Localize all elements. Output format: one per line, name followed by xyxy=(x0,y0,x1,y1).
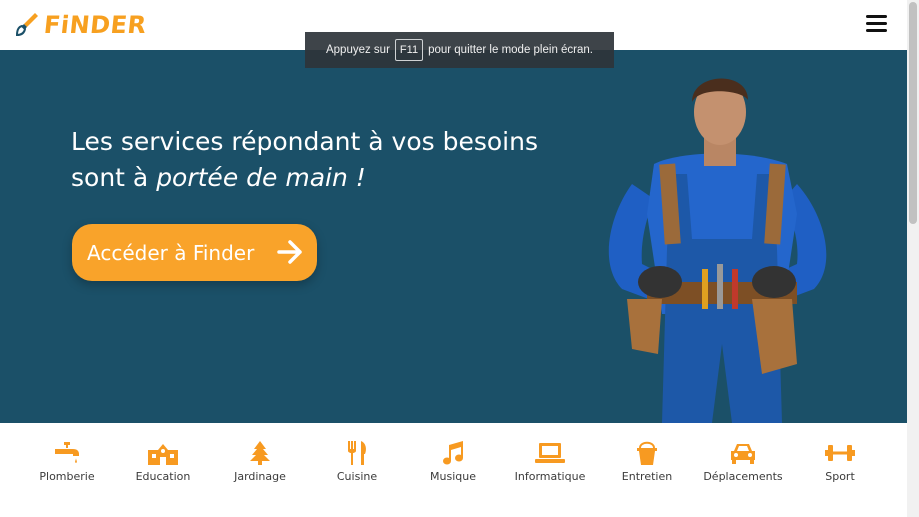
hero-section: Les services répondant à vos besoins son… xyxy=(0,50,907,423)
logo-text: FiNDER xyxy=(42,11,148,39)
fullscreen-notice: Appuyez sur F11 pour quitter le mode ple… xyxy=(305,32,614,68)
category-label: Cuisine xyxy=(336,470,378,483)
category-cuisine[interactable]: Cuisine xyxy=(312,441,402,483)
worker-image xyxy=(592,64,852,423)
arrow-right-icon xyxy=(276,239,304,270)
hamburger-menu-icon[interactable] xyxy=(866,15,887,32)
category-bar: Plomberie Education Jardinage Cuisine Mu… xyxy=(0,423,907,517)
hero-headline: Les services répondant à vos besoins son… xyxy=(71,124,551,196)
category-label: Informatique xyxy=(514,470,586,483)
headline-line-2-prefix: sont à xyxy=(71,163,157,192)
page-scrollbar[interactable] xyxy=(907,0,919,517)
category-label: Sport xyxy=(825,470,855,483)
logo[interactable]: FiNDER xyxy=(14,10,148,40)
fullscreen-notice-prefix: Appuyez sur xyxy=(325,44,390,56)
access-finder-button[interactable]: Accéder à Finder xyxy=(72,224,317,281)
scrollbar-thumb[interactable] xyxy=(909,2,917,224)
headline-emphasis: portée de main ! xyxy=(156,163,366,192)
tree-icon xyxy=(215,441,305,465)
headline-line-1: Les services répondant à vos besoins xyxy=(71,127,538,156)
category-label: Education xyxy=(135,470,191,483)
f11-key: F11 xyxy=(394,39,424,61)
bucket-icon xyxy=(602,441,692,465)
dumbbell-icon xyxy=(795,441,885,465)
music-note-icon xyxy=(408,441,498,465)
category-education[interactable]: Education xyxy=(118,441,208,483)
laptop-icon xyxy=(505,441,595,465)
category-informatique[interactable]: Informatique xyxy=(505,441,595,483)
faucet-icon xyxy=(22,441,112,465)
car-icon xyxy=(698,441,788,465)
paintbrush-icon xyxy=(14,11,40,39)
category-label: Jardinage xyxy=(234,470,286,483)
category-musique[interactable]: Musique xyxy=(408,441,498,483)
fullscreen-notice-suffix: pour quitter le mode plein écran. xyxy=(428,44,593,56)
category-label: Entretien xyxy=(621,470,673,483)
category-sport[interactable]: Sport xyxy=(795,441,885,483)
school-icon xyxy=(118,441,208,465)
category-label: Plomberie xyxy=(39,470,95,483)
category-jardinage[interactable]: Jardinage xyxy=(215,441,305,483)
cta-label: Accéder à Finder xyxy=(87,240,255,265)
category-plomberie[interactable]: Plomberie xyxy=(22,441,112,483)
category-label: Musique xyxy=(430,470,476,483)
category-entretien[interactable]: Entretien xyxy=(602,441,692,483)
category-deplacements[interactable]: Déplacements xyxy=(698,441,788,483)
category-label: Déplacements xyxy=(703,470,783,483)
utensils-icon xyxy=(312,441,402,465)
